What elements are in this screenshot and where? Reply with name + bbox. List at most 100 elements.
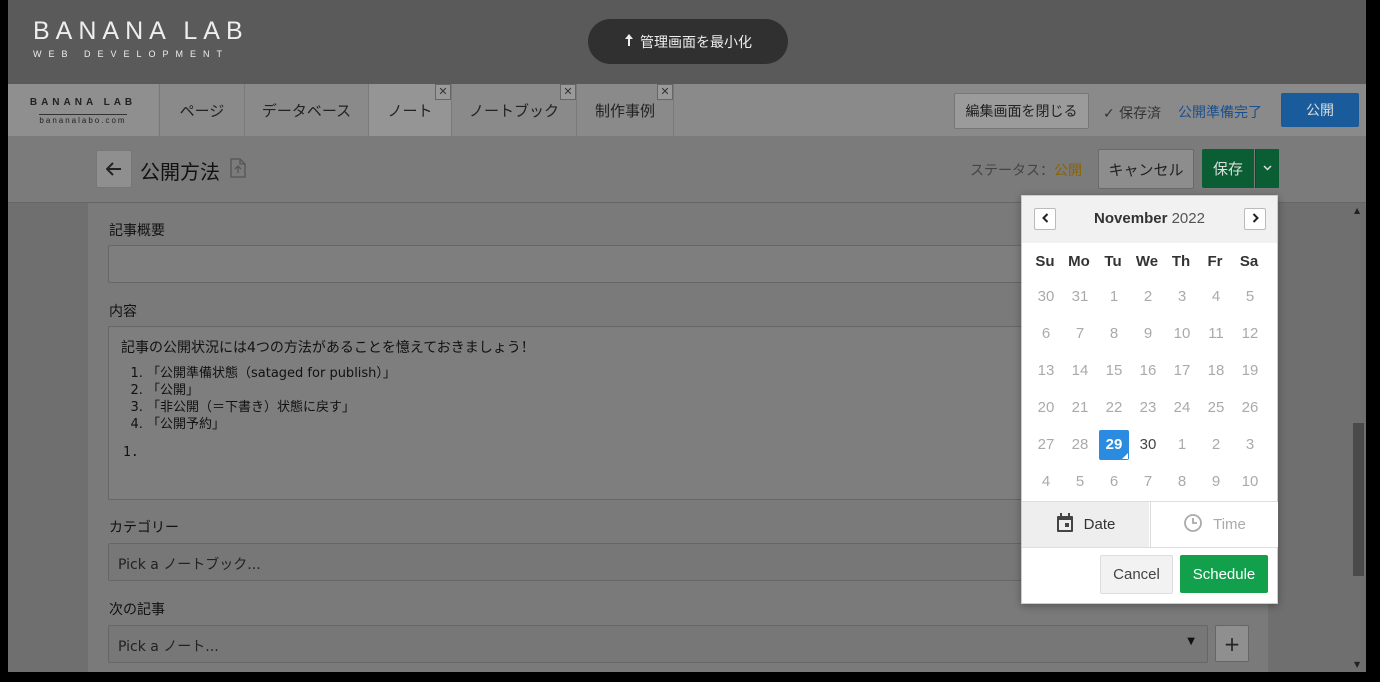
- calendar-day[interactable]: 25: [1201, 393, 1231, 423]
- scrollbar-thumb[interactable]: [1353, 423, 1364, 576]
- calendar-day[interactable]: 31: [1065, 282, 1095, 312]
- schedule-button[interactable]: Schedule: [1180, 555, 1268, 593]
- calendar-day[interactable]: 14: [1065, 356, 1095, 386]
- calendar-day[interactable]: 3: [1167, 282, 1197, 312]
- calendar-day[interactable]: 27: [1031, 430, 1061, 460]
- calendar-day[interactable]: 11: [1201, 319, 1231, 349]
- page-title: 公開方法: [140, 160, 220, 184]
- calendar-day[interactable]: 10: [1235, 467, 1265, 497]
- calendar-day[interactable]: 28: [1065, 430, 1095, 460]
- tab-pages[interactable]: ページ: [159, 84, 244, 136]
- calendar-day[interactable]: 2: [1133, 282, 1163, 312]
- calendar-day[interactable]: 9: [1133, 319, 1163, 349]
- list-item: 「公開準備状態（sataged for publish）」: [147, 365, 396, 382]
- status-label: ステータス：: [970, 163, 1054, 179]
- tab-label: データベース: [261, 101, 352, 120]
- calendar-day[interactable]: 8: [1099, 319, 1129, 349]
- minimize-admin-button[interactable]: 管理画面を最小化: [588, 19, 788, 64]
- content-intro: 記事の公開状況には4つの方法があることを憶えておきましょう！: [121, 340, 535, 356]
- list-item: 「非公開（＝下書き）状態に戻す」: [147, 399, 396, 416]
- content-editor[interactable]: 記事の公開状況には4つの方法があることを憶えておきましょう！ 「公開準備状態（s…: [108, 326, 1110, 500]
- clock-icon: [1183, 513, 1203, 537]
- chevron-right-icon: [1252, 212, 1259, 226]
- minimize-admin-label: 管理画面を最小化: [640, 34, 752, 51]
- calendar-day[interactable]: 8: [1167, 467, 1197, 497]
- calendar-day[interactable]: 4: [1201, 282, 1231, 312]
- close-tab-icon[interactable]: ✕: [435, 84, 451, 100]
- save-options-dropdown[interactable]: [1255, 149, 1279, 188]
- calendar-day[interactable]: 13: [1031, 356, 1061, 386]
- calendar-day[interactable]: 9: [1201, 467, 1231, 497]
- calendar-day[interactable]: 6: [1099, 467, 1129, 497]
- close-editor-button[interactable]: 編集画面を閉じる: [954, 93, 1089, 129]
- tab-database[interactable]: データベース: [244, 84, 368, 136]
- editor-header: 公開方法 ステータス：公開 キャンセル 保存: [8, 136, 1366, 203]
- calendar-day[interactable]: 18: [1201, 356, 1231, 386]
- close-tab-icon[interactable]: ✕: [657, 84, 673, 100]
- calendar-day[interactable]: 30: [1031, 282, 1061, 312]
- weekday-label: Th: [1171, 253, 1191, 270]
- calendar-day[interactable]: 19: [1235, 356, 1265, 386]
- calendar-icon: [1056, 512, 1074, 537]
- ready-to-publish-link[interactable]: 公開準備完了: [1178, 102, 1262, 122]
- time-mode-label: Time: [1213, 516, 1246, 533]
- nav-logo[interactable]: BANANA LAB bananalabo.com: [8, 84, 158, 136]
- list-item: 「公開」: [147, 382, 396, 399]
- calendar-day[interactable]: 30: [1133, 430, 1163, 460]
- next-article-select[interactable]: Pick a ノート... ▼: [108, 625, 1208, 663]
- calendar-day[interactable]: 5: [1235, 282, 1265, 312]
- calendar-day[interactable]: 16: [1133, 356, 1163, 386]
- tab-notes[interactable]: ノート ✕: [368, 84, 451, 136]
- calendar-day[interactable]: 15: [1099, 356, 1129, 386]
- category-select[interactable]: Pick a ノートブック...: [108, 543, 1110, 581]
- datepicker-cancel-button[interactable]: Cancel: [1100, 555, 1173, 594]
- chevron-down-icon: [1263, 163, 1272, 174]
- calendar-day[interactable]: 12: [1235, 319, 1265, 349]
- nav-bar: BANANA LAB bananalabo.com ページ データベース ノート…: [8, 84, 1366, 136]
- brand-logo-subtitle: WEB DEVELOPMENT: [33, 49, 230, 59]
- calendar-day[interactable]: 21: [1065, 393, 1095, 423]
- content-list: 「公開準備状態（sataged for publish）」 「公開」 「非公開（…: [117, 365, 396, 433]
- publish-button[interactable]: 公開: [1281, 93, 1359, 127]
- calendar-day[interactable]: 1: [1099, 282, 1129, 312]
- cancel-button[interactable]: キャンセル: [1098, 149, 1194, 189]
- tab-case-studies[interactable]: 制作事例 ✕: [576, 84, 674, 136]
- calendar-day[interactable]: 1: [1167, 430, 1197, 460]
- next-month-button[interactable]: [1244, 208, 1266, 230]
- calendar-day[interactable]: 7: [1133, 467, 1163, 497]
- vertical-scrollbar[interactable]: ▲ ▼: [1351, 203, 1366, 672]
- calendar-day[interactable]: 5: [1065, 467, 1095, 497]
- calendar-day[interactable]: 6: [1031, 319, 1061, 349]
- brand-logo-title: BANANA LAB: [33, 17, 249, 45]
- month-label: November: [1094, 210, 1168, 227]
- calendar-day[interactable]: 22: [1099, 393, 1129, 423]
- calendar-day[interactable]: 7: [1065, 319, 1095, 349]
- date-mode-tab[interactable]: Date: [1022, 502, 1149, 547]
- time-mode-tab[interactable]: Time: [1150, 502, 1278, 547]
- caret-down-icon: ▼: [1187, 636, 1195, 647]
- calendar-day[interactable]: 10: [1167, 319, 1197, 349]
- year-label: 2022: [1171, 210, 1205, 227]
- nav-logo-title: BANANA LAB: [29, 97, 137, 108]
- save-button[interactable]: 保存: [1202, 149, 1254, 188]
- date-mode-label: Date: [1083, 516, 1116, 533]
- add-note-button[interactable]: +: [1215, 625, 1249, 662]
- scroll-up-icon[interactable]: ▲: [1354, 206, 1360, 215]
- next-article-label: 次の記事: [109, 602, 165, 618]
- calendar-day[interactable]: 17: [1167, 356, 1197, 386]
- calendar-day[interactable]: 3: [1235, 430, 1265, 460]
- category-placeholder: Pick a ノートブック...: [118, 557, 261, 573]
- summary-input[interactable]: [108, 245, 1110, 283]
- calendar-day[interactable]: 24: [1167, 393, 1197, 423]
- calendar-day[interactable]: 4: [1031, 467, 1061, 497]
- back-button[interactable]: [96, 150, 132, 188]
- calendar-day[interactable]: 20: [1031, 393, 1061, 423]
- scroll-down-icon[interactable]: ▼: [1354, 660, 1360, 669]
- calendar-day[interactable]: 26: [1235, 393, 1265, 423]
- summary-label: 記事概要: [109, 223, 165, 239]
- tab-notebooks[interactable]: ノートブック ✕: [451, 84, 576, 136]
- calendar-day[interactable]: 29: [1099, 430, 1129, 460]
- close-tab-icon[interactable]: ✕: [560, 84, 576, 100]
- calendar-day[interactable]: 23: [1133, 393, 1163, 423]
- calendar-day[interactable]: 2: [1201, 430, 1231, 460]
